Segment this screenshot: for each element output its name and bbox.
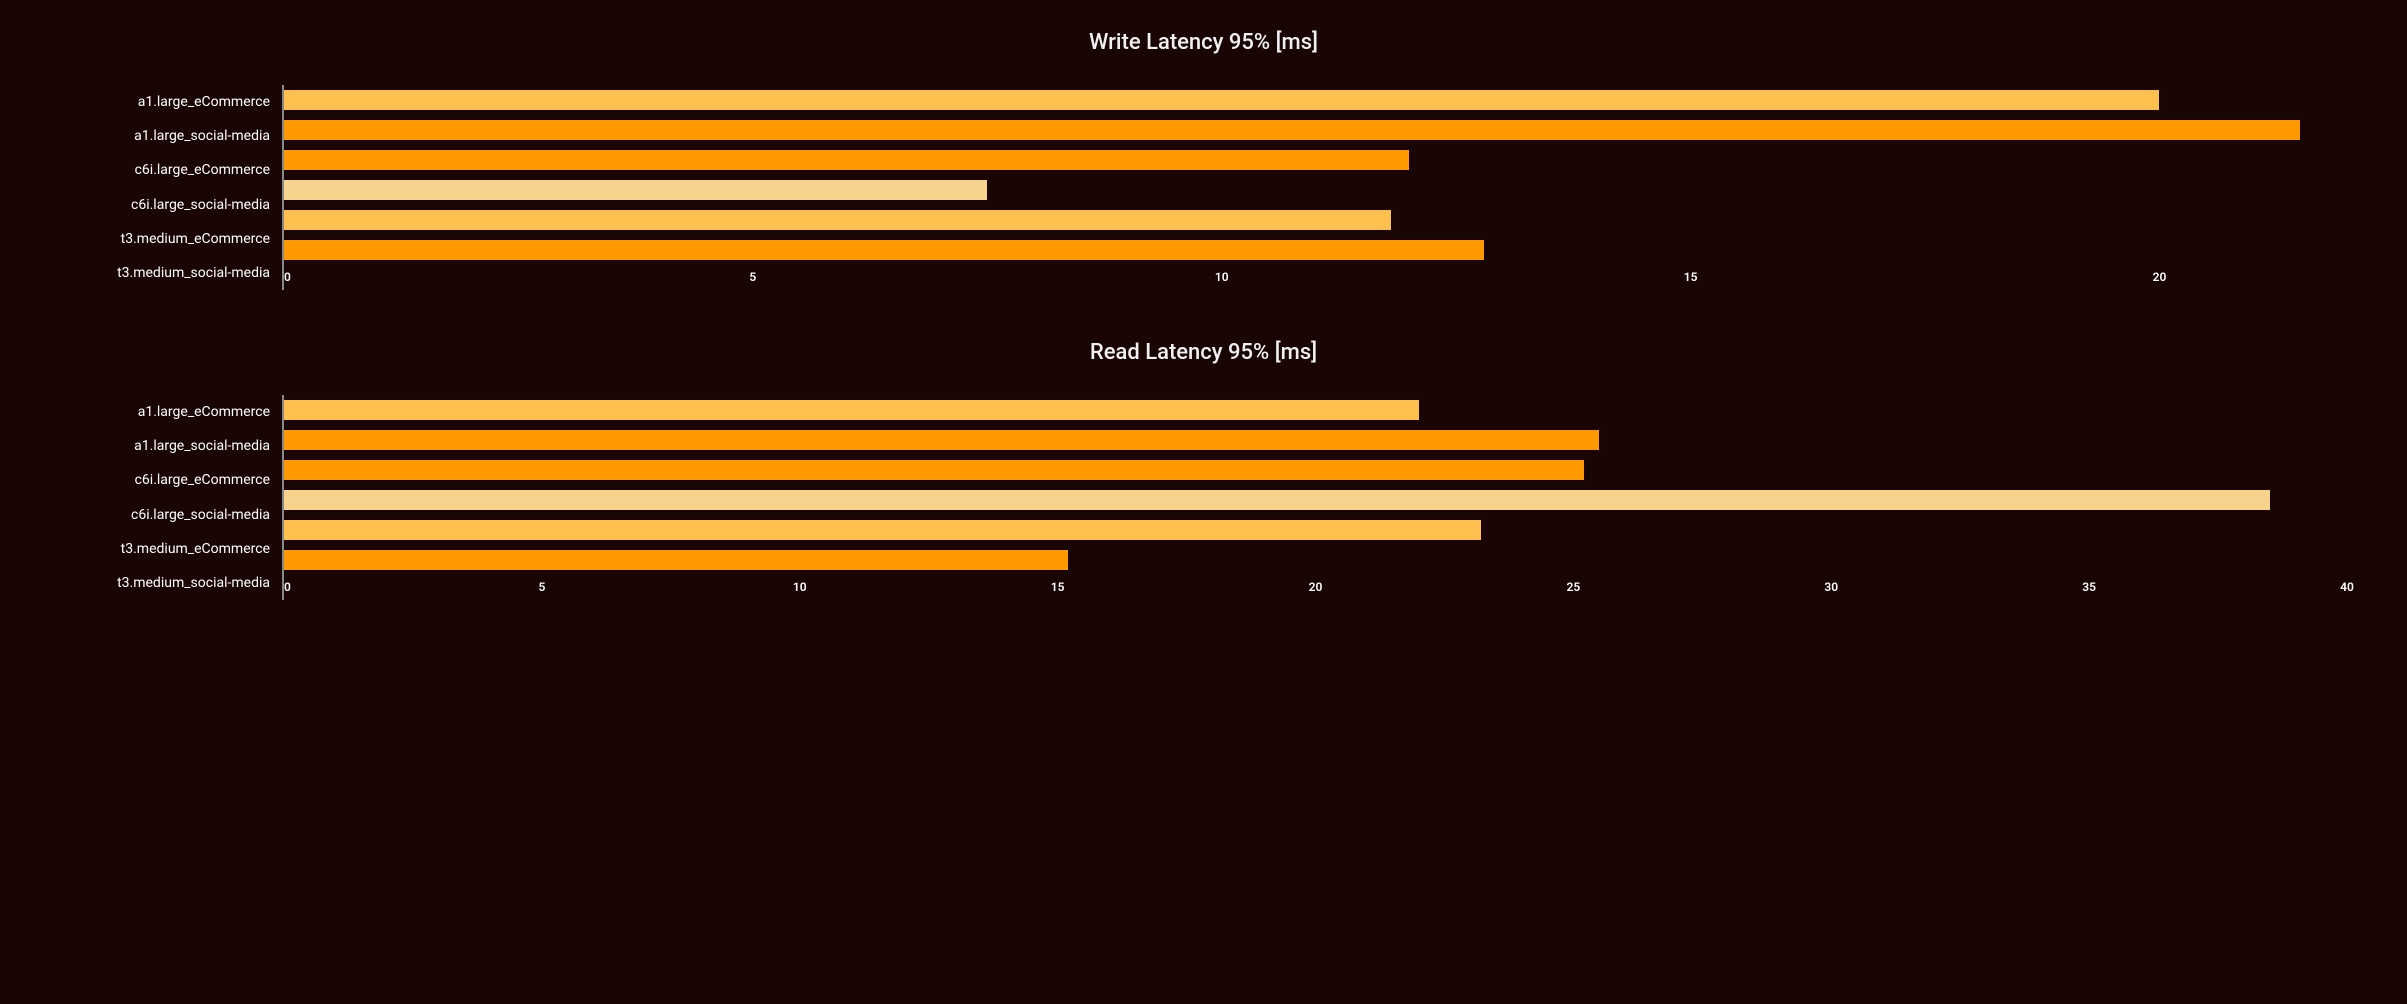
bar-row	[284, 175, 2347, 205]
bar	[284, 400, 1419, 420]
bar-row	[284, 485, 2347, 515]
x-tick-label: 10	[793, 580, 807, 594]
y-tick-label: t3.medium_social-media	[60, 568, 270, 598]
x-tick-label: 25	[1567, 580, 1581, 594]
bar-row	[284, 425, 2347, 455]
bar-row	[284, 205, 2347, 235]
x-axis: 0 5 10 15 20	[284, 269, 2347, 290]
bar	[284, 240, 1484, 260]
plot-area: 0 5 10 15 20	[282, 85, 2347, 290]
x-tick-label: 30	[1824, 580, 1838, 594]
x-tick-label: 15	[1684, 270, 1698, 284]
bar-row	[284, 545, 2347, 575]
bars-container	[284, 395, 2347, 575]
bar	[284, 90, 2159, 110]
chart-panel-0: Write Latency 95% [ms] a1.large_eCommerce…	[0, 0, 2407, 310]
x-tick-label: 20	[1309, 580, 1323, 594]
y-axis-labels: a1.large_eCommerce a1.large_social-mediac…	[60, 85, 282, 290]
bar	[284, 210, 1391, 230]
bar	[284, 550, 1068, 570]
x-tick-label: 20	[2153, 270, 2167, 284]
y-tick-label: c6i.large_eCommerce	[60, 465, 270, 495]
bar-row	[284, 85, 2347, 115]
bars-container	[284, 85, 2347, 265]
chart-title: Write Latency 95% [ms]	[60, 30, 2347, 55]
y-tick-label: c6i.large_social-media	[60, 190, 270, 220]
bar-row	[284, 455, 2347, 485]
bar	[284, 490, 2270, 510]
y-tick-label: a1.large_eCommerce	[60, 397, 270, 427]
x-axis: 0510152025303540	[284, 579, 2347, 600]
x-tick-label: 15	[1051, 580, 1065, 594]
bar	[284, 180, 987, 200]
y-tick-label: t3.medium_social-media	[60, 258, 270, 288]
y-tick-label: a1.large_eCommerce	[60, 87, 270, 117]
bar-row	[284, 395, 2347, 425]
bar	[284, 150, 1409, 170]
x-tick-label: 0	[284, 270, 291, 284]
bar	[284, 430, 1599, 450]
bar	[284, 120, 2300, 140]
y-tick-label: a1.large_social-media	[60, 121, 270, 151]
bar-row	[284, 115, 2347, 145]
chart-title: Read Latency 95% [ms]	[60, 340, 2347, 365]
x-tick-label: 10	[1215, 270, 1229, 284]
plot-area: 0510152025303540	[282, 395, 2347, 600]
x-tick-label: 5	[538, 580, 545, 594]
y-axis-labels: a1.large_eCommerce a1.large_social-mediac…	[60, 395, 282, 600]
x-tick-label: 40	[2340, 580, 2354, 594]
chart-body: a1.large_eCommerce a1.large_social-mediac…	[60, 85, 2347, 290]
bar-row	[284, 235, 2347, 265]
bar	[284, 460, 1584, 480]
x-tick-label: 5	[749, 270, 756, 284]
y-tick-label: t3.medium_eCommerce	[60, 224, 270, 254]
chart-panel-1: Read Latency 95% [ms]a1.large_eCommercea…	[0, 310, 2407, 620]
y-tick-label: t3.medium_eCommerce	[60, 534, 270, 564]
y-tick-label: c6i.large_social-media	[60, 500, 270, 530]
x-tick-label: 0	[284, 580, 291, 594]
x-tick-label: 35	[2082, 580, 2096, 594]
bar-row	[284, 145, 2347, 175]
y-tick-label: a1.large_social-media	[60, 431, 270, 461]
chart-body: a1.large_eCommerce a1.large_social-mediac…	[60, 395, 2347, 600]
y-tick-label: c6i.large_eCommerce	[60, 155, 270, 185]
bar	[284, 520, 1481, 540]
bar-row	[284, 515, 2347, 545]
